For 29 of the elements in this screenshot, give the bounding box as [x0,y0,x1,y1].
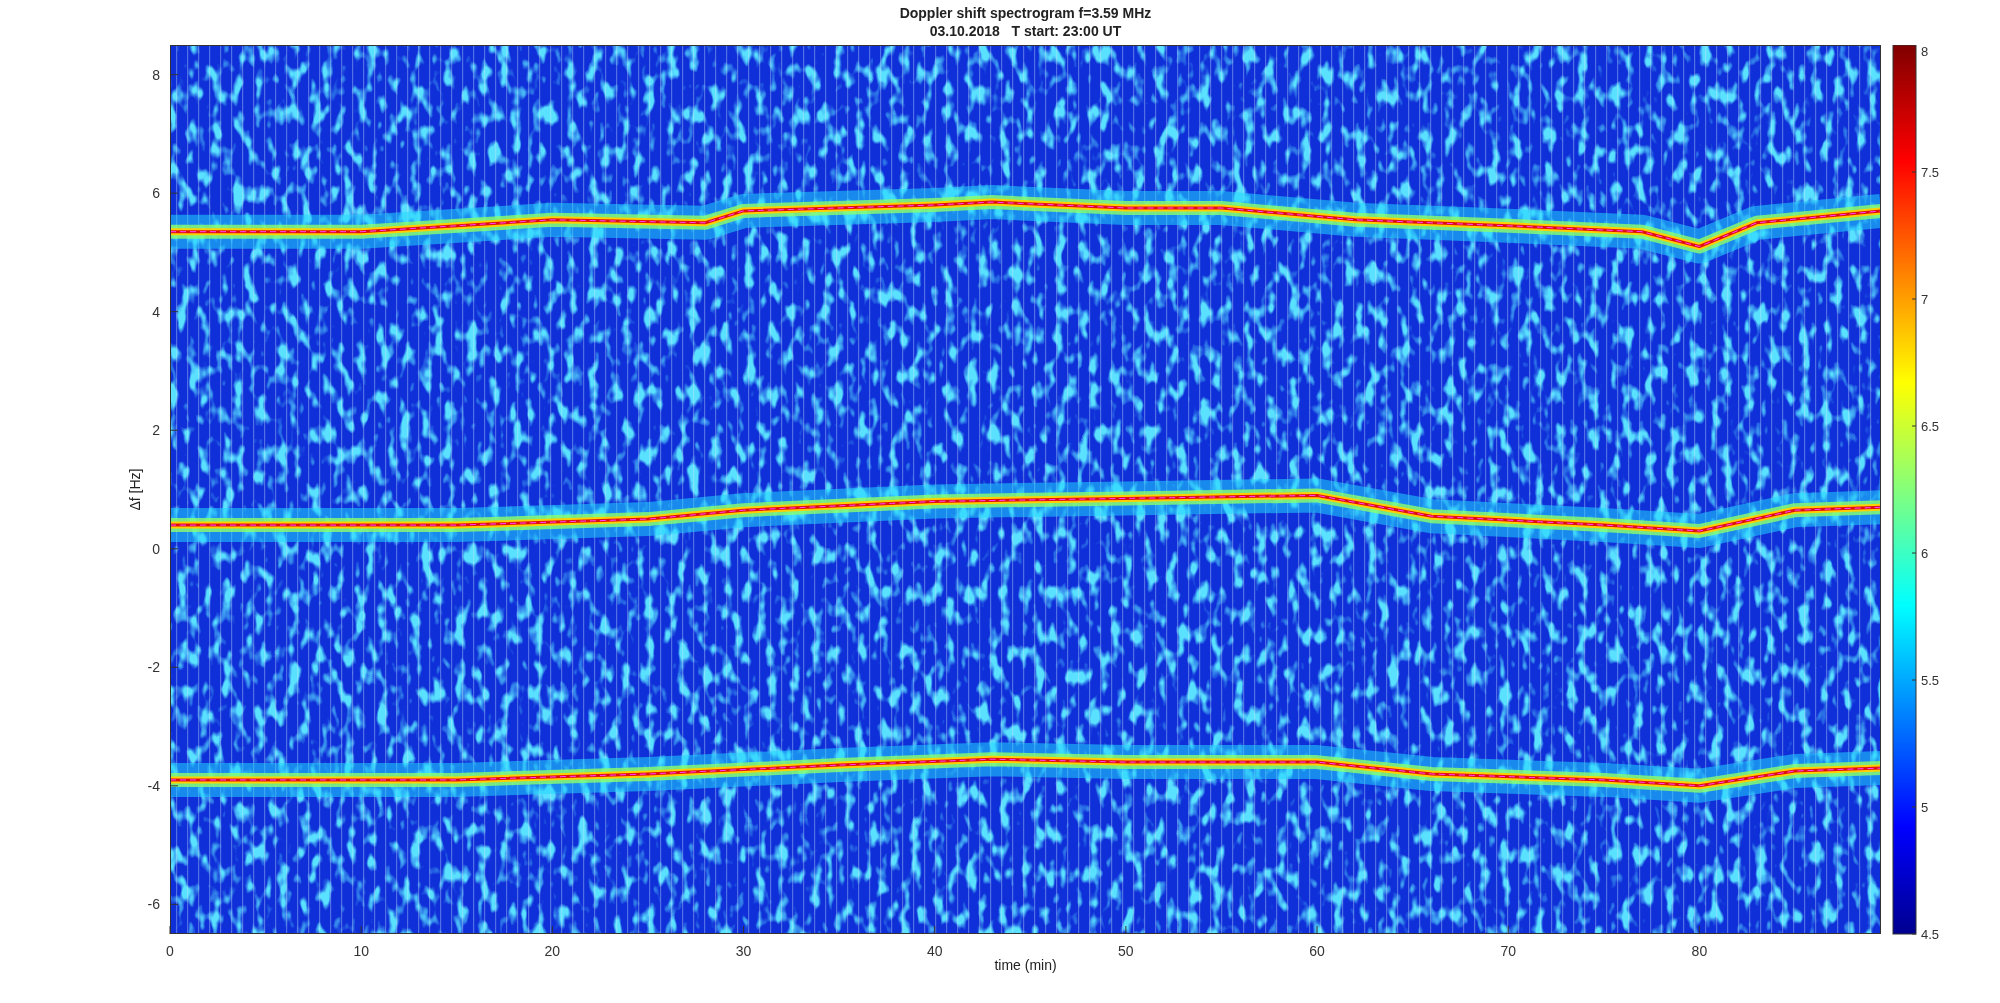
x-tick-label: 10 [353,943,369,959]
y-tick-label: -4 [147,777,160,794]
x-axis-label: time (min) [994,957,1057,973]
colorbar-tick-label: 6 [1921,546,1929,561]
y-tick-label: 6 [152,185,160,202]
colorbar-tick-label: 6.5 [1921,419,1940,434]
x-tick-label: 30 [735,943,752,959]
colorbar-tick-label: 5 [1921,800,1929,815]
x-tick-label: 50 [1118,943,1134,959]
x-tick-label: 70 [1500,943,1516,959]
x-tick-label: 40 [926,943,943,959]
colorbar-tick-label: 7 [1921,292,1929,307]
colorbar-tick-label: 4.5 [1921,927,1940,942]
colorbar-tick-label: 8 [1921,45,1929,59]
y-tick-label: 4 [152,303,160,320]
y-tick-label: 2 [152,422,160,439]
colorbar-tick-label: 7.5 [1921,165,1940,180]
y-axis-label: Δf [Hz] [127,468,143,511]
x-tick-label: 0 [166,943,174,959]
chart-subtitle: 03.10.2018 T start: 23:00 UT [929,23,1122,40]
y-tick-label: 8 [152,66,160,83]
y-tick-label: 0 [152,540,160,557]
colorbar-tick-label: 5.5 [1921,673,1940,688]
chart-title: Doppler shift spectrogram f=3.59 MHz [899,5,1152,22]
x-tick-label: 60 [1309,943,1325,959]
y-tick-label: -2 [147,659,160,676]
x-tick-label: 80 [1691,943,1708,959]
y-tick-label: -6 [147,896,160,913]
x-tick-label: 20 [544,943,561,959]
